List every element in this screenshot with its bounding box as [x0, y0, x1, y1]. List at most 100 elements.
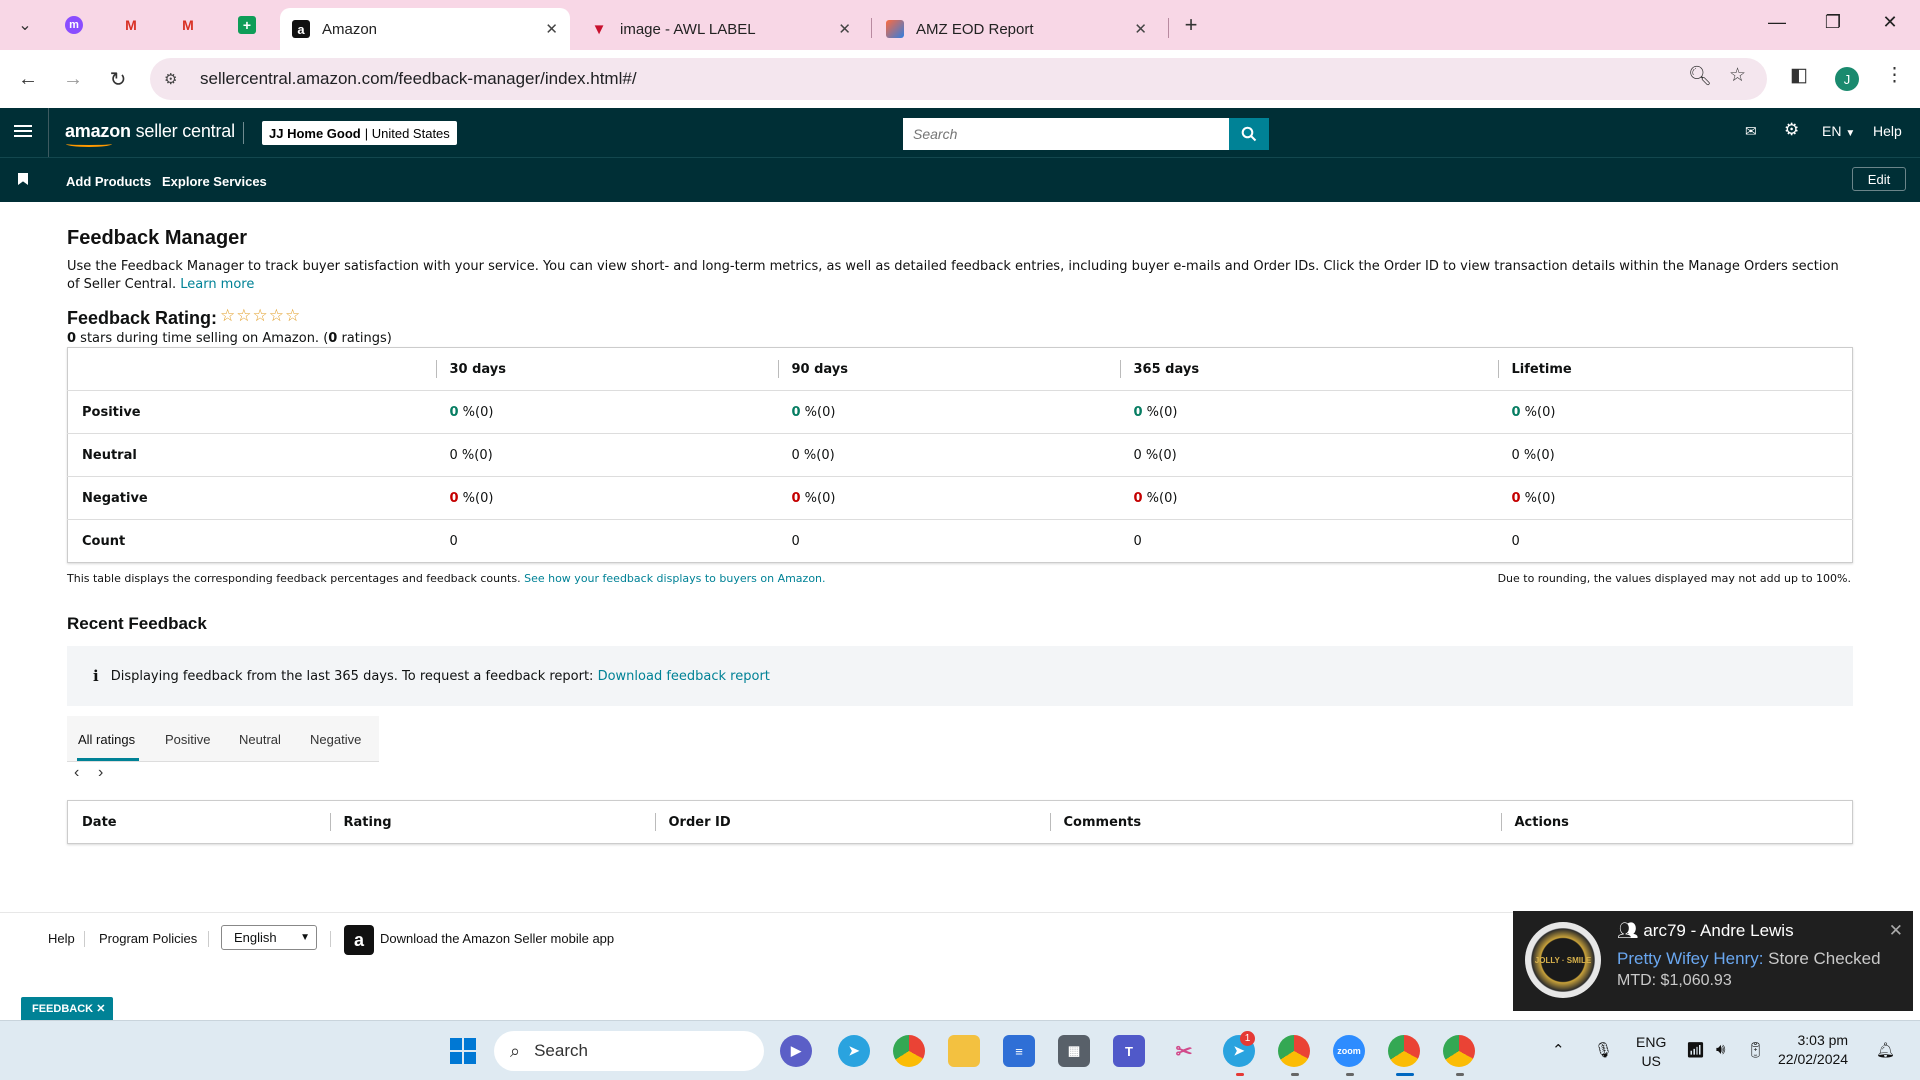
nav-add-products[interactable]: Add Products: [66, 174, 151, 189]
tab-all-ratings[interactable]: All ratings: [78, 732, 135, 747]
tab-divider: [1168, 18, 1169, 38]
language-value: English: [234, 930, 277, 945]
tab-awl-label[interactable]: ▼ image - AWL LABEL ✕: [578, 8, 863, 50]
learn-more-link[interactable]: Learn more: [180, 277, 254, 292]
close-tab-icon[interactable]: ✕: [838, 20, 851, 38]
nav-explore-services[interactable]: Explore Services: [162, 174, 267, 189]
new-tab-plus-icon[interactable]: +: [1176, 10, 1206, 40]
teams-icon[interactable]: T: [1113, 1035, 1145, 1067]
show-hidden-icons-chevron-icon[interactable]: ⌃: [1552, 1041, 1565, 1059]
bookmark-star-icon[interactable]: ☆: [1729, 64, 1746, 87]
chrome-profile-l-icon[interactable]: [1443, 1035, 1475, 1067]
file-explorer-icon[interactable]: [948, 1035, 980, 1067]
page-footer: Help Program Policies English ▼ a Downloa…: [0, 912, 1520, 1020]
wifi-icon[interactable]: 📶︎: [1686, 1041, 1705, 1059]
close-tab-icon[interactable]: ✕: [1134, 20, 1147, 38]
download-app-link[interactable]: Download the Amazon Seller mobile app: [380, 931, 614, 946]
close-icon[interactable]: ✕: [96, 1002, 105, 1015]
chevron-down-icon: ▼: [1845, 128, 1856, 139]
site-info-icon[interactable]: ⚙: [164, 70, 184, 88]
pinned-tab-gmail-1[interactable]: M: [118, 12, 144, 38]
tab-title: AMZ EOD Report: [916, 20, 1034, 38]
feedback-tab[interactable]: FEEDBACK ✕: [21, 997, 114, 1020]
input-language[interactable]: ENG US: [1636, 1033, 1666, 1071]
zoom-icon[interactable]: zoom: [1333, 1035, 1365, 1067]
download-feedback-report-link[interactable]: Download feedback report: [598, 669, 770, 684]
microphone-icon[interactable]: 🎙︎: [1594, 1041, 1613, 1059]
pinned-tab-messenger[interactable]: m: [61, 12, 87, 38]
zoom-magnifier-icon[interactable]: 🔍︎: [1688, 64, 1712, 88]
profile-avatar[interactable]: J: [1835, 67, 1859, 91]
seller-central-logo[interactable]: amazon seller central: [65, 121, 235, 142]
notepad-icon[interactable]: ≡: [1003, 1035, 1035, 1067]
minimize-icon[interactable]: —: [1757, 12, 1797, 33]
search-icon: [1241, 126, 1257, 142]
search-input[interactable]: [903, 118, 1229, 150]
mail-icon[interactable]: ✉: [1745, 123, 1757, 140]
notifications-bell-icon[interactable]: 🔔︎: [1876, 1041, 1895, 1059]
table-cell: 0 %(0): [1119, 390, 1498, 434]
windows-start-icon[interactable]: [447, 1035, 479, 1067]
chrome-profile-j-icon[interactable]: [1388, 1035, 1420, 1067]
label-favicon-icon: ▼: [591, 20, 607, 38]
settings-gear-icon[interactable]: ⚙: [1784, 120, 1799, 140]
tab-amz-eod-report[interactable]: AMZ EOD Report ✕: [874, 8, 1159, 50]
battery-icon[interactable]: 🔋︎: [1746, 1041, 1765, 1059]
table-cell: 0 %(0): [1497, 433, 1853, 477]
column-header-rating[interactable]: Rating: [329, 801, 655, 844]
telegram-icon[interactable]: ➤: [838, 1035, 870, 1067]
chat-notification[interactable]: JOLLY · SMILE 👥︎ arc79 - Andre Lewis Pre…: [1513, 911, 1913, 1011]
snipping-tool-icon[interactable]: ✂: [1168, 1035, 1200, 1067]
language-selector[interactable]: EN ▼: [1822, 123, 1855, 139]
pinned-tab-gmail-2[interactable]: M: [175, 12, 201, 38]
tab-positive[interactable]: Positive: [165, 732, 211, 747]
chrome-profile-icon[interactable]: [1278, 1035, 1310, 1067]
volume-icon[interactable]: 🔊︎: [1716, 1041, 1725, 1058]
percent-suffix: %(0): [1141, 447, 1177, 463]
store-switcher[interactable]: JJ Home Good | United States: [262, 121, 457, 145]
rating-summary-text: ratings): [337, 331, 392, 346]
column-header-comments[interactable]: Comments: [1049, 801, 1501, 844]
gmail-icon: M: [125, 17, 137, 33]
close-window-icon[interactable]: ✕: [1870, 12, 1910, 33]
system-clock[interactable]: 3:03 pm 22/02/2024: [1778, 1031, 1848, 1069]
close-icon[interactable]: ✕: [1889, 921, 1903, 941]
help-link[interactable]: Help: [1873, 123, 1902, 139]
tab-amazon[interactable]: a Amazon ✕: [280, 8, 570, 50]
address-bar[interactable]: ⚙ sellercentral.amazon.com/feedback-mana…: [150, 58, 1767, 100]
edit-nav-button[interactable]: Edit: [1852, 167, 1906, 191]
tab-search-chevron-icon[interactable]: ⌄: [10, 10, 40, 40]
percent-suffix: %(0): [1142, 490, 1178, 506]
search-button[interactable]: [1229, 118, 1269, 150]
running-indicator: [1456, 1073, 1464, 1076]
side-panel-icon[interactable]: ◧: [1790, 64, 1808, 87]
percent-suffix: %(0): [1520, 404, 1556, 420]
url-text[interactable]: sellercentral.amazon.com/feedback-manage…: [200, 69, 637, 89]
taskbar-search[interactable]: ⌕ Search: [494, 1031, 764, 1071]
rating-filter-tabs: All ratings Positive Neutral Negative: [67, 716, 379, 762]
meet-app-icon[interactable]: ▶: [780, 1035, 812, 1067]
hamburger-menu-icon[interactable]: [14, 122, 32, 142]
back-arrow-icon[interactable]: ←: [14, 65, 42, 93]
close-tab-icon[interactable]: ✕: [545, 20, 558, 38]
pinned-tab-sheets[interactable]: +: [234, 12, 260, 38]
amazon-app-icon[interactable]: a: [344, 925, 374, 955]
feedback-display-link[interactable]: See how your feedback displays to buyers…: [524, 572, 825, 585]
column-header-date[interactable]: Date: [68, 801, 330, 844]
previous-page-icon[interactable]: ‹: [74, 764, 79, 782]
next-page-icon[interactable]: ›: [98, 764, 103, 782]
reload-icon[interactable]: ↻: [104, 65, 132, 93]
footer-program-policies-link[interactable]: Program Policies: [99, 931, 197, 946]
forward-arrow-icon[interactable]: →: [59, 65, 87, 93]
tab-negative[interactable]: Negative: [310, 732, 361, 747]
calculator-icon[interactable]: ▦: [1058, 1035, 1090, 1067]
bookmark-icon[interactable]: [18, 173, 28, 185]
footer-help-link[interactable]: Help: [48, 931, 75, 946]
restore-icon[interactable]: ❐: [1813, 12, 1853, 33]
tab-neutral[interactable]: Neutral: [239, 732, 281, 747]
column-header-order-id[interactable]: Order ID: [654, 801, 1050, 844]
footer-language-select[interactable]: English ▼: [221, 925, 317, 950]
chrome-icon[interactable]: [893, 1035, 925, 1067]
feedback-summary-table: 30 days 90 days 365 days Lifetime Positi…: [67, 347, 1853, 563]
chrome-menu-icon[interactable]: ⋮: [1885, 64, 1904, 87]
